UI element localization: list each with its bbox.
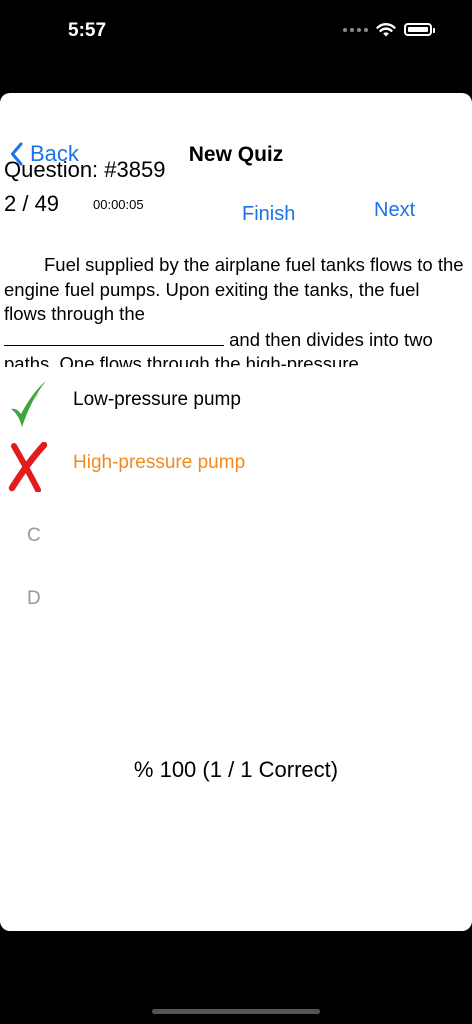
score-summary: % 100 (1 / 1 Correct) <box>133 757 339 782</box>
quiz-sheet: Back New Quiz Question: #3859 2 / 49 00:… <box>0 93 472 931</box>
answer-option-a[interactable]: Low-pressure pump <box>0 379 472 429</box>
question-text: Fuel supplied by the airplane fuel tanks… <box>4 253 464 367</box>
next-button[interactable]: Next <box>374 199 415 222</box>
cross-icon <box>8 442 48 492</box>
status-time: 5:57 <box>68 20 107 41</box>
answer-option-b[interactable]: High-pressure pump <box>0 442 472 492</box>
answer-blank <box>4 327 224 346</box>
home-indicator[interactable] <box>152 1009 320 1014</box>
signal-icon <box>343 27 368 32</box>
quiz-timer: 00:00:05 <box>93 197 144 212</box>
question-text-part1: Fuel supplied by the airplane fuel tanks… <box>4 254 464 324</box>
answer-letter-c: C <box>27 525 41 546</box>
answer-option-c[interactable]: C <box>0 511 472 561</box>
finish-button[interactable]: Finish <box>242 203 295 226</box>
question-progress: 2 / 49 <box>4 191 60 216</box>
answer-letter-d: D <box>27 588 41 609</box>
answer-option-d[interactable]: D <box>0 574 472 624</box>
wifi-icon <box>376 23 396 37</box>
question-number: Question: #3859 <box>4 157 166 182</box>
answer-text-a: Low-pressure pump <box>73 389 241 410</box>
question-text-scroll[interactable]: Fuel supplied by the airplane fuel tanks… <box>4 253 464 367</box>
status-icons <box>343 22 435 37</box>
checkmark-icon <box>11 381 46 427</box>
battery-icon <box>404 23 435 36</box>
status-bar: 5:57 <box>0 0 472 70</box>
answer-text-b: High-pressure pump <box>73 452 246 473</box>
